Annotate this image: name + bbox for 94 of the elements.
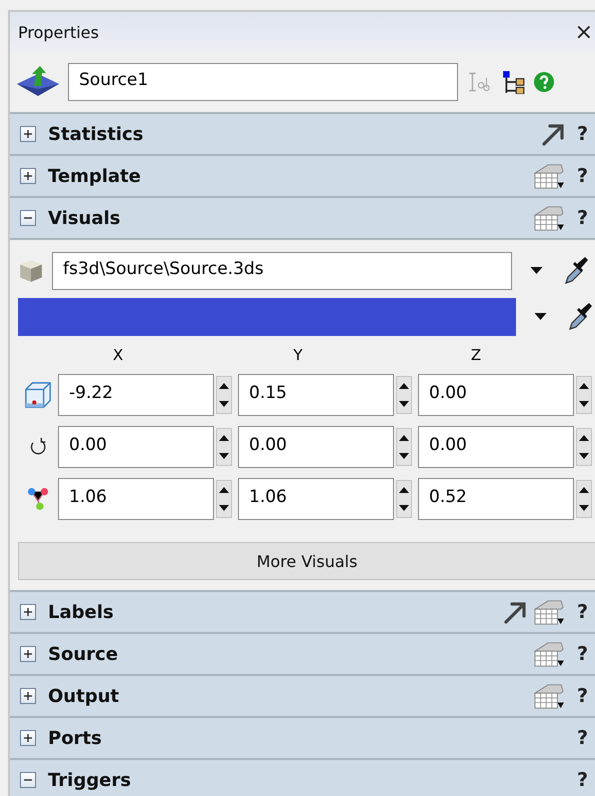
template-icon[interactable] [533,162,565,190]
toggle-icon[interactable] [20,772,36,788]
section-title: Ports [48,728,102,748]
toggle-icon[interactable] [20,688,36,704]
toggle-icon[interactable] [20,126,36,142]
section-header[interactable]: Statistics ? [10,112,595,154]
help-mark[interactable]: ? [577,685,595,707]
eyedropper-icon[interactable] [563,256,589,286]
section-header[interactable]: Labels ? [10,590,595,632]
arrow-icon[interactable] [541,122,565,146]
spinner-control[interactable] [216,480,232,518]
number-field[interactable]: 0.00 [238,426,394,468]
axis-label: Z [470,346,482,364]
spin-down-icon[interactable] [219,401,229,407]
spin-up-icon[interactable] [579,383,589,389]
number-field[interactable]: 0.00 [58,426,214,468]
section-title: Labels [48,602,114,622]
help-mark[interactable]: ? [577,601,595,623]
more-visuals-button[interactable]: More Visuals [18,542,595,580]
toggle-icon[interactable] [20,730,36,746]
number-field[interactable]: 0.00 [418,426,574,468]
object-name-field[interactable]: Source1 [68,63,458,101]
spinner-control[interactable] [216,428,232,466]
spinner-control[interactable] [396,480,412,518]
number-field[interactable]: 0.00 [418,374,574,416]
arrow-icon[interactable] [503,600,527,624]
eyedropper-icon[interactable] [567,302,593,332]
section-header[interactable]: Source ? [10,632,595,674]
spinner-control[interactable] [576,480,592,518]
spin-down-icon[interactable] [399,505,409,511]
section-title: Triggers [48,770,131,790]
section-header[interactable]: Triggers ? [10,758,595,796]
section-header[interactable]: Template ? [10,154,595,196]
section-title: Template [48,166,141,186]
template-icon[interactable] [533,204,565,232]
close-button[interactable]: × [574,20,595,44]
scale-nodes-icon [27,486,49,512]
section-title: Output [48,686,120,706]
help-mark[interactable]: ? [577,123,595,145]
position-cube-icon [24,381,52,409]
spin-down-icon[interactable] [579,453,589,459]
template-icon[interactable] [533,640,565,668]
help-mark[interactable]: ? [577,165,595,187]
number-field[interactable]: 0.15 [238,374,394,416]
section-title: Source [48,644,118,664]
spinner-control[interactable] [576,376,592,414]
spin-up-icon[interactable] [219,435,229,441]
spin-down-icon[interactable] [579,505,589,511]
number-field[interactable]: 1.06 [58,478,214,520]
spin-up-icon[interactable] [399,435,409,441]
spin-down-icon[interactable] [399,453,409,459]
spin-up-icon[interactable] [219,383,229,389]
spin-up-icon[interactable] [219,487,229,493]
rotate-icon [28,437,48,457]
panel-title: Properties [18,22,100,42]
tree-icon[interactable] [502,70,526,94]
axis-label: X [112,346,124,364]
help-mark[interactable]: ? [577,643,595,665]
help-icon[interactable] [534,72,554,92]
axis-label: Y [292,346,304,364]
dropdown-caret-icon[interactable] [534,313,547,321]
section-title: Visuals [48,208,120,228]
toggle-icon[interactable] [20,210,36,226]
spinner-control[interactable] [576,428,592,466]
number-field[interactable]: 0.52 [418,478,574,520]
template-icon[interactable] [533,598,565,626]
spin-up-icon[interactable] [579,435,589,441]
spin-down-icon[interactable] [219,505,229,511]
spin-down-icon[interactable] [579,401,589,407]
help-mark[interactable]: ? [577,207,595,229]
section-header[interactable]: Output ? [10,674,595,716]
spin-down-icon[interactable] [399,401,409,407]
toggle-icon[interactable] [20,604,36,620]
toggle-icon[interactable] [20,168,36,184]
spin-up-icon[interactable] [399,383,409,389]
dropdown-caret-icon[interactable] [530,267,543,275]
number-field[interactable]: -9.22 [58,374,214,416]
number-field[interactable]: 1.06 [238,478,394,520]
color-swatch[interactable] [18,298,516,336]
spinner-control[interactable] [396,428,412,466]
template-icon[interactable] [533,682,565,710]
cube-icon [18,258,44,284]
help-mark[interactable]: ? [577,727,595,749]
spinner-control[interactable] [396,376,412,414]
spin-up-icon[interactable] [579,487,589,493]
shape-file-field[interactable]: fs3d\Source\Source.3ds [52,252,512,290]
spinner-control[interactable] [216,376,232,414]
spin-up-icon[interactable] [399,487,409,493]
section-header[interactable]: Visuals ? [10,196,595,238]
toggle-icon[interactable] [20,646,36,662]
section-header[interactable]: Ports ? [10,716,595,758]
section-title: Statistics [48,124,144,144]
help-mark[interactable]: ? [577,769,595,791]
spin-down-icon[interactable] [219,453,229,459]
